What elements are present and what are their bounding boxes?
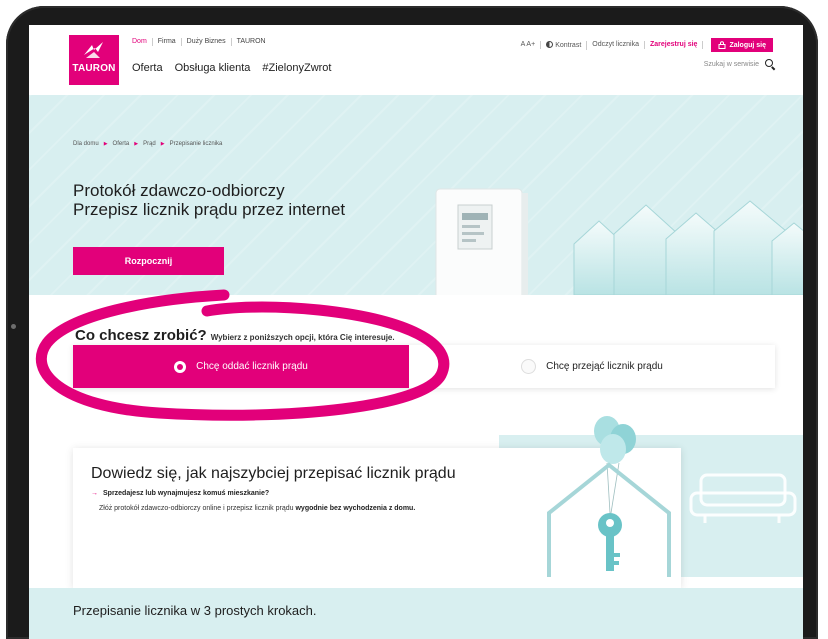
logo-text: TAURON	[72, 63, 116, 74]
nav-oferta[interactable]: Oferta	[132, 62, 163, 74]
page-title: Protokół zdawczo-odbiorczy Przepisz licz…	[73, 181, 345, 219]
tablet-camera	[11, 324, 16, 329]
search-box[interactable]: Szukaj w serwisie	[704, 59, 775, 69]
nav-obsluga-klienta[interactable]: Obsługa klienta	[175, 62, 251, 74]
breadcrumb-separator-icon: ▶	[103, 141, 108, 147]
page-title-line1: Protokół zdawczo-odbiorczy	[73, 181, 285, 200]
contrast-label: Kontrast	[555, 41, 582, 49]
segment-tauron[interactable]: TAURON	[232, 38, 271, 46]
nav-zielony-zwrot[interactable]: #ZielonyZwrot	[262, 62, 331, 74]
electricity-meter-icon	[435, 188, 528, 295]
utility-bar: A A+ Kontrast Odczyt licznika Zarejestru…	[516, 38, 773, 52]
radio-selected-icon	[174, 360, 187, 373]
steps-heading: Przepisanie licznika w 3 prostych krokac…	[73, 603, 317, 618]
choice-title: Co chcesz zrobić?	[75, 327, 207, 344]
houses-illustration	[573, 200, 803, 295]
font-size-toggle[interactable]: A A+	[516, 41, 542, 49]
contrast-toggle[interactable]: Kontrast	[541, 40, 588, 50]
choice-options: Chcę oddać licznik prądu Chcę przejąć li…	[73, 345, 775, 388]
page-title-line2: Przepisz licznik prądu przez internet	[73, 200, 346, 219]
segment-dom[interactable]: Dom	[132, 38, 153, 46]
breadcrumb-dla-domu[interactable]: Dla domu	[73, 141, 99, 147]
breadcrumb-prad[interactable]: Prąd	[143, 141, 156, 147]
option-take-over-label: Chcę przejąć licznik prądu	[546, 361, 663, 372]
lock-icon	[718, 41, 726, 49]
balloon-icon	[594, 416, 636, 514]
choice-subtitle: Wybierz z poniższych opcji, która Cię in…	[210, 333, 395, 342]
tauron-logo[interactable]: TAURON	[69, 35, 119, 85]
login-label: Zaloguj się	[729, 41, 766, 49]
info-question-text: Sprzedajesz lub wynajmujesz komuś mieszk…	[103, 490, 270, 497]
info-description: Złóż protokół zdawczo-odbiorczy online i…	[99, 504, 419, 514]
login-button[interactable]: Zaloguj się	[711, 38, 773, 52]
info-title: Dowiedz się, jak najszybciej przepisać l…	[91, 465, 456, 482]
segment-firma[interactable]: Firma	[153, 38, 182, 46]
breadcrumb-current: Przepisanie licznika	[169, 141, 223, 147]
search-placeholder: Szukaj w serwisie	[703, 60, 759, 68]
breadcrumb: Dla domu ▶ Oferta ▶ Prąd ▶ Przepisanie l…	[73, 141, 222, 147]
meter-reading-link[interactable]: Odczyt licznika	[587, 41, 645, 49]
segment-nav: Dom Firma Duży Biznes TAURON	[132, 38, 271, 46]
key-icon	[598, 513, 622, 571]
site-header: TAURON Dom Firma Duży Biznes TAURON Ofer…	[29, 25, 803, 95]
contrast-icon	[546, 40, 554, 48]
search-icon[interactable]	[765, 59, 775, 69]
breadcrumb-separator-icon: ▶	[134, 141, 139, 147]
key-house-illustration	[547, 416, 671, 577]
start-button[interactable]: Rozpocznij	[73, 247, 224, 275]
main-nav: Oferta Obsługa klienta #ZielonyZwrot	[132, 62, 331, 74]
choice-heading: Co chcesz zrobić? Wybierz z poniższych op…	[75, 327, 395, 344]
tauron-logo-icon	[84, 42, 103, 58]
register-link[interactable]: Zarejestruj się	[645, 41, 704, 49]
breadcrumb-separator-icon: ▶	[160, 141, 165, 147]
segment-duzy-biznes[interactable]: Duży Biznes	[182, 38, 232, 46]
info-question: → Sprzedajesz lub wynajmujesz komuś mies…	[91, 490, 269, 497]
option-hand-over-meter[interactable]: Chcę oddać licznik prądu	[73, 345, 409, 388]
info-desc-normal: Złóż protokół zdawczo-odbiorczy online i…	[99, 505, 296, 512]
option-hand-over-label: Chcę oddać licznik prądu	[196, 361, 308, 372]
breadcrumb-oferta[interactable]: Oferta	[113, 141, 130, 147]
sofa-icon	[689, 473, 797, 523]
hero-banner: Dla domu ▶ Oferta ▶ Prąd ▶ Przepisanie l…	[29, 95, 803, 295]
radio-empty-icon	[521, 359, 537, 374]
arrow-right-icon: →	[91, 490, 98, 497]
option-take-over-meter[interactable]: Chcę przejąć licznik prądu	[409, 345, 775, 388]
browser-screen: TAURON Dom Firma Duży Biznes TAURON Ofer…	[29, 25, 803, 639]
info-desc-bold: wygodnie bez wychodzenia z domu.	[295, 505, 416, 512]
